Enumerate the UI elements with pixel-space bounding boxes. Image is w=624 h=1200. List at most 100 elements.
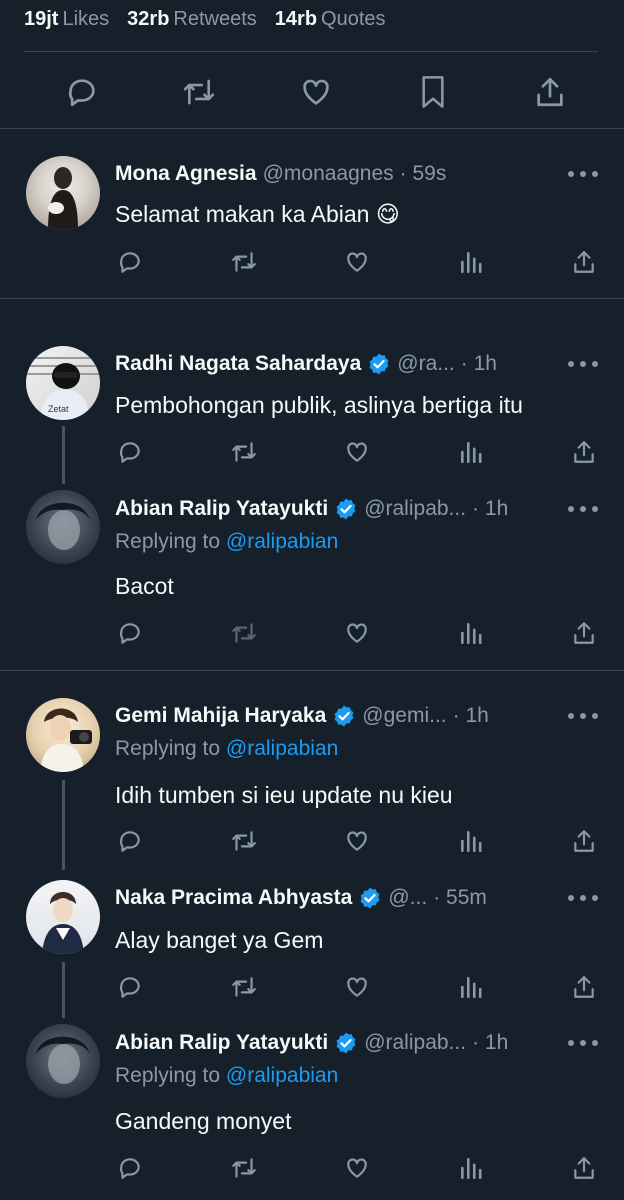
- tweet-action-bar: [114, 971, 600, 1003]
- more-options-button[interactable]: [568, 502, 598, 516]
- likes-label: Likes: [62, 7, 110, 30]
- reply-button[interactable]: [114, 617, 146, 649]
- user-handle[interactable]: @monaagnes: [263, 162, 394, 186]
- reply-button[interactable]: [114, 825, 146, 857]
- like-button[interactable]: [298, 74, 334, 110]
- views-button[interactable]: [455, 246, 487, 278]
- display-name[interactable]: Abian Ralip Yatayukti: [115, 497, 328, 521]
- views-button[interactable]: [455, 971, 487, 1003]
- share-button[interactable]: [568, 825, 600, 857]
- like-icon: [347, 623, 367, 643]
- retweet-button[interactable]: [181, 74, 217, 110]
- quotes-stat[interactable]: 14rb Quotes: [275, 8, 386, 31]
- tweet[interactable]: Naka Pracima Abhyasta @... · 55m Alay ba…: [0, 870, 624, 1010]
- more-options-button[interactable]: [568, 1036, 598, 1050]
- avatar[interactable]: Zetat: [26, 346, 100, 420]
- retweets-stat[interactable]: 32rb Retweets: [127, 8, 257, 31]
- avatar-image: [36, 502, 90, 550]
- like-button[interactable]: [341, 246, 373, 278]
- tweet[interactable]: Mona Agnesia @monaagnes · 59s Selamat ma…: [0, 130, 624, 298]
- avatar-image: [48, 167, 78, 230]
- like-button[interactable]: [341, 971, 373, 1003]
- timestamp[interactable]: · 59s: [400, 162, 447, 186]
- share-button[interactable]: [568, 436, 600, 468]
- timestamp[interactable]: · 55m: [433, 886, 487, 910]
- retweet-button[interactable]: [228, 436, 260, 468]
- display-name[interactable]: Naka Pracima Abhyasta: [115, 886, 352, 910]
- retweet-icon: [231, 623, 256, 643]
- retweet-button[interactable]: [228, 1152, 260, 1184]
- timestamp[interactable]: · 1h: [461, 352, 497, 376]
- tweet[interactable]: Gemi Mahija Haryaka @gemi... · 1h Replyi…: [0, 684, 624, 862]
- tweet[interactable]: Abian Ralip Yatayukti @ralipab... · 1h R…: [0, 1012, 624, 1200]
- user-handle[interactable]: @ralipab...: [364, 1031, 466, 1055]
- like-button[interactable]: [341, 436, 373, 468]
- timestamp[interactable]: · 1h: [453, 704, 489, 728]
- like-button[interactable]: [341, 617, 373, 649]
- share-button[interactable]: [568, 617, 600, 649]
- likes-stat[interactable]: 19jt Likes: [24, 8, 109, 31]
- reply-button[interactable]: [114, 971, 146, 1003]
- tweet-text: Bacot: [115, 573, 174, 599]
- divider: [0, 298, 624, 299]
- tweet-header: Mona Agnesia @monaagnes · 59s: [115, 159, 564, 189]
- views-button[interactable]: [455, 1152, 487, 1184]
- share-button[interactable]: [568, 1152, 600, 1184]
- like-button[interactable]: [341, 1152, 373, 1184]
- more-options-button[interactable]: [568, 357, 598, 371]
- more-options-button[interactable]: [568, 167, 598, 181]
- verified-badge-icon: [367, 352, 391, 376]
- reply-button[interactable]: [114, 246, 146, 278]
- divider: [0, 128, 624, 129]
- reply-icon: [119, 442, 140, 463]
- replying-to-handle[interactable]: @ralipabian: [226, 530, 338, 553]
- more-options-button[interactable]: [568, 891, 598, 905]
- share-button[interactable]: [568, 971, 600, 1003]
- avatar[interactable]: [26, 490, 100, 564]
- avatar[interactable]: [26, 1024, 100, 1098]
- timestamp[interactable]: · 1h: [472, 1031, 508, 1055]
- views-button[interactable]: [455, 825, 487, 857]
- reply-icon: [68, 79, 95, 107]
- retweet-button[interactable]: [228, 825, 260, 857]
- tweet[interactable]: Abian Ralip Yatayukti @ralipab... · 1h R…: [0, 474, 624, 670]
- views-button[interactable]: [455, 617, 487, 649]
- share-button[interactable]: [532, 74, 568, 110]
- replying-to: Replying to @ralipabian: [115, 737, 338, 761]
- reply-button[interactable]: [114, 1152, 146, 1184]
- retweet-button[interactable]: [228, 971, 260, 1003]
- user-handle[interactable]: @gemi...: [362, 704, 446, 728]
- views-button[interactable]: [455, 436, 487, 468]
- views-icon: [460, 442, 482, 464]
- display-name[interactable]: Abian Ralip Yatayukti: [115, 1031, 328, 1055]
- reply-button[interactable]: [114, 436, 146, 468]
- retweet-button[interactable]: [228, 246, 260, 278]
- retweet-icon: [231, 831, 256, 851]
- retweet-icon: [183, 79, 215, 105]
- share-button[interactable]: [568, 246, 600, 278]
- reply-button[interactable]: [64, 74, 100, 110]
- like-button[interactable]: [341, 825, 373, 857]
- avatar[interactable]: [26, 880, 100, 954]
- display-name[interactable]: Gemi Mahija Haryaka: [115, 704, 326, 728]
- replying-to-handle[interactable]: @ralipabian: [226, 1064, 338, 1087]
- views-icon: [460, 1158, 482, 1180]
- user-handle[interactable]: @...: [388, 886, 427, 910]
- like-icon: [347, 252, 367, 272]
- user-handle[interactable]: @ra...: [397, 352, 455, 376]
- replying-to-handle[interactable]: @ralipabian: [226, 737, 338, 760]
- retweet-icon: [231, 1158, 256, 1178]
- display-name[interactable]: Radhi Nagata Sahardaya: [115, 352, 361, 376]
- verified-badge-icon: [358, 886, 382, 910]
- tweet[interactable]: Zetat Radhi Nagata Sahardaya @ra... · 1h…: [0, 330, 624, 470]
- bookmark-button[interactable]: [415, 74, 451, 110]
- retweet-icon: [231, 442, 256, 462]
- timestamp[interactable]: · 1h: [472, 497, 508, 521]
- avatar[interactable]: [26, 156, 100, 230]
- avatar[interactable]: [26, 698, 100, 772]
- retweet-button[interactable]: [228, 617, 260, 649]
- avatar-image: [42, 892, 84, 954]
- user-handle[interactable]: @ralipab...: [364, 497, 466, 521]
- display-name[interactable]: Mona Agnesia: [115, 162, 257, 186]
- more-options-button[interactable]: [568, 709, 598, 723]
